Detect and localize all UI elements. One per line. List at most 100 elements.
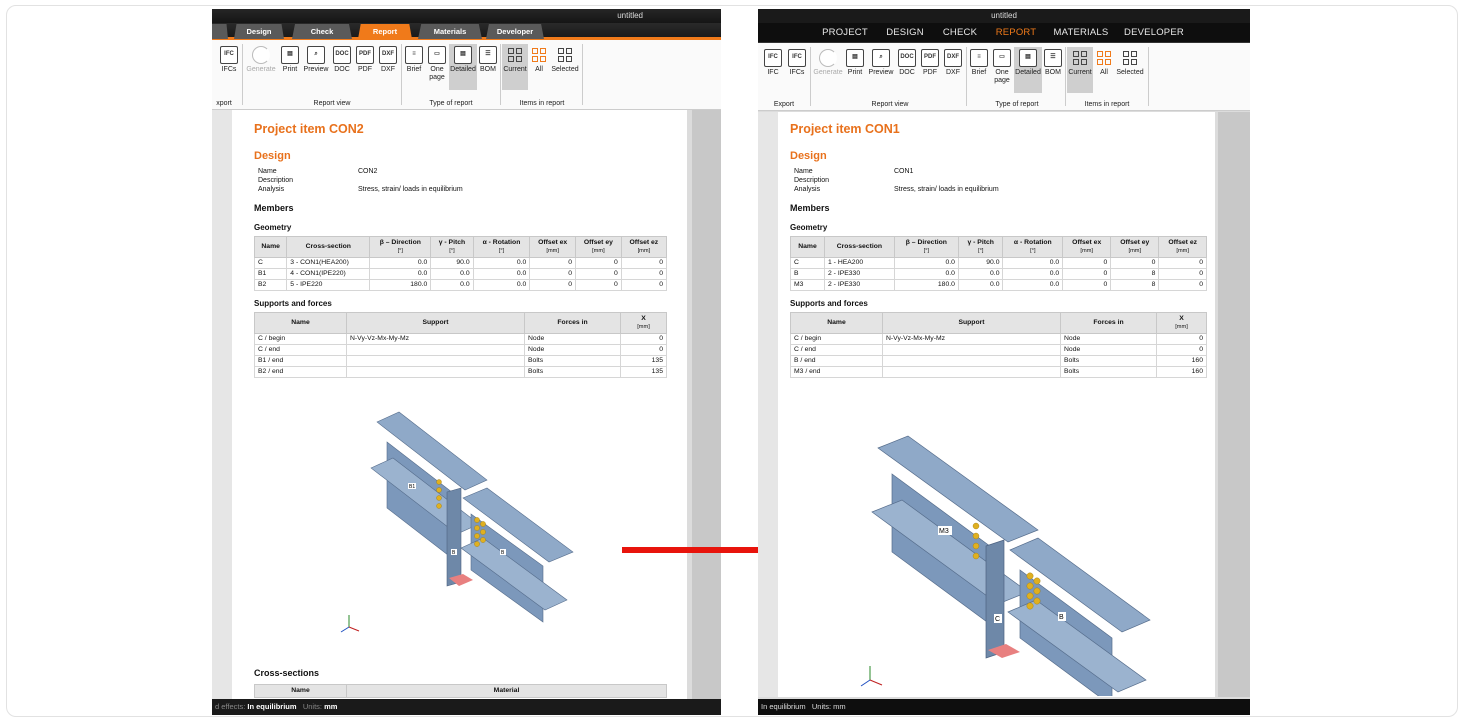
tab-developer[interactable]: Developer <box>486 24 544 39</box>
right-app-window: untitled PROJECT DESIGN CHECK REPORT MAT… <box>758 9 1250 715</box>
one-page-icon: ▭ <box>993 49 1011 67</box>
geometry-heading: Geometry <box>254 223 292 232</box>
ifcs-button[interactable]: IFC IFCs <box>218 46 240 74</box>
report-page: Project item CON2 Design Name CON2 Descri… <box>232 110 687 700</box>
bom-icon: ☰ <box>479 46 497 64</box>
3d-connection-model: M3 C B <box>860 435 1151 696</box>
tab-developer[interactable]: DEVELOPER <box>1120 23 1188 38</box>
tab-report[interactable]: Report <box>358 24 412 39</box>
table-row: C / end Node 0 <box>790 344 1207 356</box>
preview-icon: ⌕ <box>307 46 325 64</box>
preview-icon: ⌕ <box>872 49 890 67</box>
dxf-button[interactable]: DXF DXF <box>377 46 399 74</box>
current-button[interactable]: Current <box>502 44 528 90</box>
doc-button[interactable]: DOC DOC <box>331 46 353 74</box>
tab-materials[interactable]: MATERIALS <box>1050 23 1112 38</box>
tab-report[interactable]: REPORT <box>992 23 1040 38</box>
one-page-icon: ▭ <box>428 46 446 64</box>
supports-table: Name Support Forces in X [mm] C / begin N-Vy-V… <box>790 312 1207 378</box>
pdf-button[interactable]: PDF PDF <box>354 46 376 74</box>
ribbon-tabs: Design Check Report Materials Developer <box>212 23 721 40</box>
pdf-button[interactable]: PDF PDF <box>919 49 941 77</box>
detailed-icon: ▤ <box>1019 49 1037 67</box>
geometry-col-header: Name <box>790 236 825 258</box>
brief-icon: ≡ <box>970 49 988 67</box>
generate-button[interactable]: Generate <box>244 46 278 74</box>
all-button[interactable]: All <box>530 46 548 74</box>
selected-button[interactable]: Selected <box>550 46 580 74</box>
supports-col-header: X [mm] <box>1156 312 1207 334</box>
table-row: C / end Node 0 <box>254 344 667 356</box>
design-heading: Design <box>790 150 827 162</box>
members-heading: Members <box>254 203 294 213</box>
table-row: C1 - HEA200 0.0 90.0 0.0 0 0 0 <box>790 257 1207 269</box>
tab-check[interactable]: Check <box>292 24 352 39</box>
doc-button[interactable]: DOC DOC <box>896 49 918 77</box>
one-page-button[interactable]: ▭ One page <box>991 49 1013 85</box>
geometry-col-header: Offset ex [mm] <box>1062 236 1112 258</box>
generate-button[interactable]: Generate <box>812 49 844 77</box>
group-type-of-report: Type of report <box>995 101 1039 108</box>
doc-icon: DOC <box>898 49 916 67</box>
doc-icon: DOC <box>333 46 351 64</box>
geometry-col-header: Offset ez [mm] <box>1158 236 1207 258</box>
table-row: C / begin N-Vy-Vz-Mx-My-Mz Node 0 <box>790 333 1207 345</box>
detailed-button[interactable]: ▤ Detailed <box>1014 47 1042 93</box>
left-gutter <box>758 112 778 697</box>
print-button[interactable]: ▤ Print <box>844 49 866 77</box>
pdf-icon: PDF <box>356 46 374 64</box>
table-row: B2 5 - IPE220 180.0 0.0 0.0 0 0 0 <box>253 279 668 291</box>
tab-project[interactable]: PROJECT <box>820 23 870 38</box>
geometry-col-header: Offset ey [mm] <box>575 236 622 258</box>
table-row: M3 / end Bolts 160 <box>790 366 1207 378</box>
supports-col-header: Forces in <box>524 312 621 334</box>
geometry-table: Name Cross-section β – Direction [°] γ - Pit… <box>790 236 1207 291</box>
printer-icon: ▤ <box>846 49 864 67</box>
selected-items-icon <box>1121 49 1139 67</box>
ribbon: IFC IFCs Generate ▤ Print ⌕ Preview DOC DOC … <box>212 40 721 110</box>
tab-partial[interactable] <box>212 24 228 39</box>
design-heading: Design <box>254 150 291 162</box>
table-row: B1 / end Bolts 135 <box>254 355 667 367</box>
geometry-table: Name Cross-section β – Direction [°] γ - Pit… <box>253 236 668 291</box>
supports-col-header: X [mm] <box>620 312 667 334</box>
group-export: xport <box>216 100 232 107</box>
print-button[interactable]: ▤ Print <box>279 46 301 74</box>
table-row: C3 - CON1(HEA200) 0.0 90.0 0.0 0 0 0 <box>253 257 668 269</box>
dxf-icon: DXF <box>379 46 397 64</box>
table-row: B2 - IPE330 0.0 0.0 0.0 0 8 0 <box>790 268 1207 280</box>
ifc-button[interactable]: IFC IFC <box>762 49 784 77</box>
group-items-in-report: Items in report <box>519 100 565 107</box>
brief-icon: ≡ <box>405 46 423 64</box>
window-title: untitled <box>617 11 643 20</box>
current-items-icon <box>506 46 524 64</box>
report-page: Project item CON1 Design Name CON1 Descri… <box>778 112 1215 697</box>
detailed-button[interactable]: ▤ Detailed <box>449 44 477 90</box>
current-button[interactable]: Current <box>1067 47 1093 93</box>
one-page-button[interactable]: ▭ One page <box>426 46 448 82</box>
brief-button[interactable]: ≡ Brief <box>968 49 990 77</box>
bom-button[interactable]: ☰ BOM <box>1043 49 1063 77</box>
ifcs-button[interactable]: IFC IFCs <box>786 49 808 77</box>
supports-heading: Supports and forces <box>254 299 332 308</box>
supports-heading: Supports and forces <box>790 299 868 308</box>
bom-button[interactable]: ☰ BOM <box>478 46 498 74</box>
member-label-c: C <box>995 616 1000 623</box>
member-label-1: B1 <box>409 484 415 490</box>
table-row: C / begin N-Vy-Vz-Mx-My-Mz Node 0 <box>254 333 667 345</box>
tab-check[interactable]: CHECK <box>938 23 982 38</box>
geometry-col-header: α - Rotation [°] <box>472 236 531 258</box>
dxf-button[interactable]: DXF DXF <box>942 49 964 77</box>
ifc-icon: IFC <box>788 49 806 67</box>
ribbon-tabs: PROJECT DESIGN CHECK REPORT MATERIALS DE… <box>758 23 1250 43</box>
brief-button[interactable]: ≡ Brief <box>403 46 425 74</box>
tab-materials[interactable]: Materials <box>418 24 482 39</box>
tab-design[interactable]: Design <box>234 24 284 39</box>
all-button[interactable]: All <box>1095 49 1113 77</box>
supports-col-header: Forces in <box>1060 312 1157 334</box>
selected-button[interactable]: Selected <box>1115 49 1145 77</box>
preview-button[interactable]: ⌕ Preview <box>867 49 895 77</box>
tab-design[interactable]: DESIGN <box>882 23 928 38</box>
preview-button[interactable]: ⌕ Preview <box>302 46 330 74</box>
geometry-col-header: Name <box>253 236 288 258</box>
